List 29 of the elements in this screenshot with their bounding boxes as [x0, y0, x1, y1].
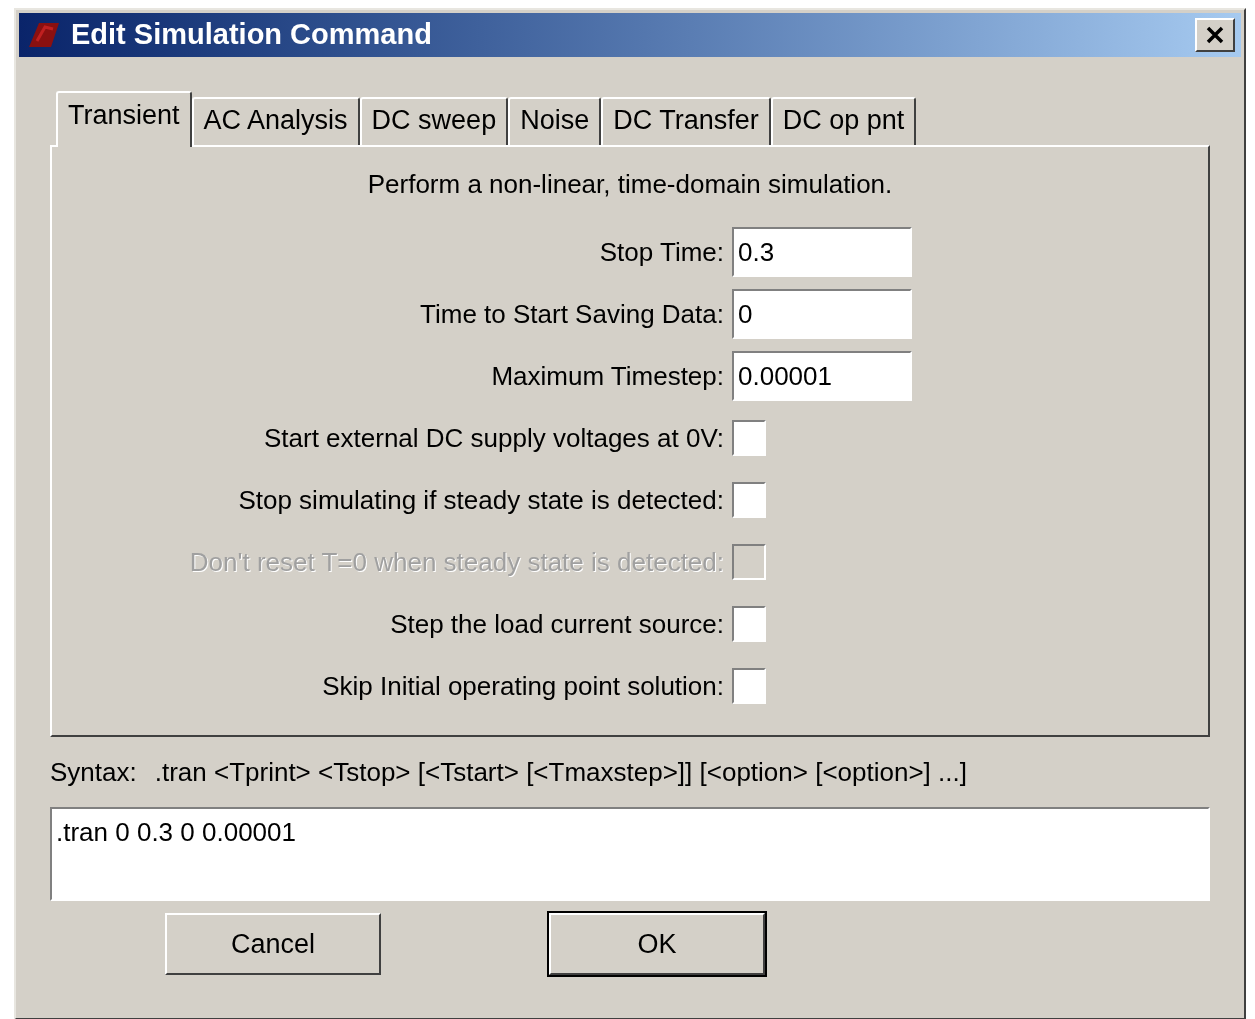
tab[interactable]: Noise — [508, 97, 602, 145]
checkbox[interactable] — [732, 482, 766, 518]
tab[interactable]: Transient — [56, 91, 192, 147]
input-field[interactable]: 0.3 — [732, 227, 912, 277]
dialog-button[interactable]: OK — [549, 913, 765, 975]
syntax-text: .tran <Tprint> <Tstop> [<Tstart> [<Tmaxstep>]] [<option> [<option>] ...] — [154, 755, 967, 789]
checkbox[interactable] — [732, 606, 766, 642]
command-field[interactable]: .tran 0 0.3 0 0.00001 — [50, 807, 1210, 901]
input-field[interactable]: 0.00001 — [732, 351, 912, 401]
tab[interactable]: DC op pnt — [770, 97, 917, 145]
close-icon — [1205, 26, 1225, 44]
tab[interactable]: AC Analysis — [191, 97, 360, 145]
checkbox[interactable] — [732, 668, 766, 704]
field-label: Step the load current source: — [390, 607, 724, 641]
window-title: Edit Simulation Command — [71, 17, 432, 53]
tab[interactable]: DC sweep — [359, 97, 509, 145]
syntax-label: Syntax: — [50, 755, 137, 789]
close-button[interactable] — [1195, 18, 1235, 52]
checkbox[interactable] — [732, 420, 766, 456]
description-text: Perform a non-linear, time-domain simulation. — [367, 167, 893, 201]
input-field[interactable]: 0 — [732, 289, 912, 339]
field-label: Start external DC supply voltages at 0V: — [263, 421, 724, 455]
dialog-button[interactable]: Cancel — [165, 913, 381, 975]
tab[interactable]: DC Transfer — [601, 97, 771, 145]
field-label: Skip Initial operating point solution: — [322, 669, 724, 703]
field-label: Stop Time: — [599, 235, 724, 269]
field-label: Maximum Timestep: — [491, 359, 724, 393]
field-label: Stop simulating if steady state is detected: — [238, 483, 724, 517]
field-label: Time to Start Saving Data: — [420, 297, 724, 331]
